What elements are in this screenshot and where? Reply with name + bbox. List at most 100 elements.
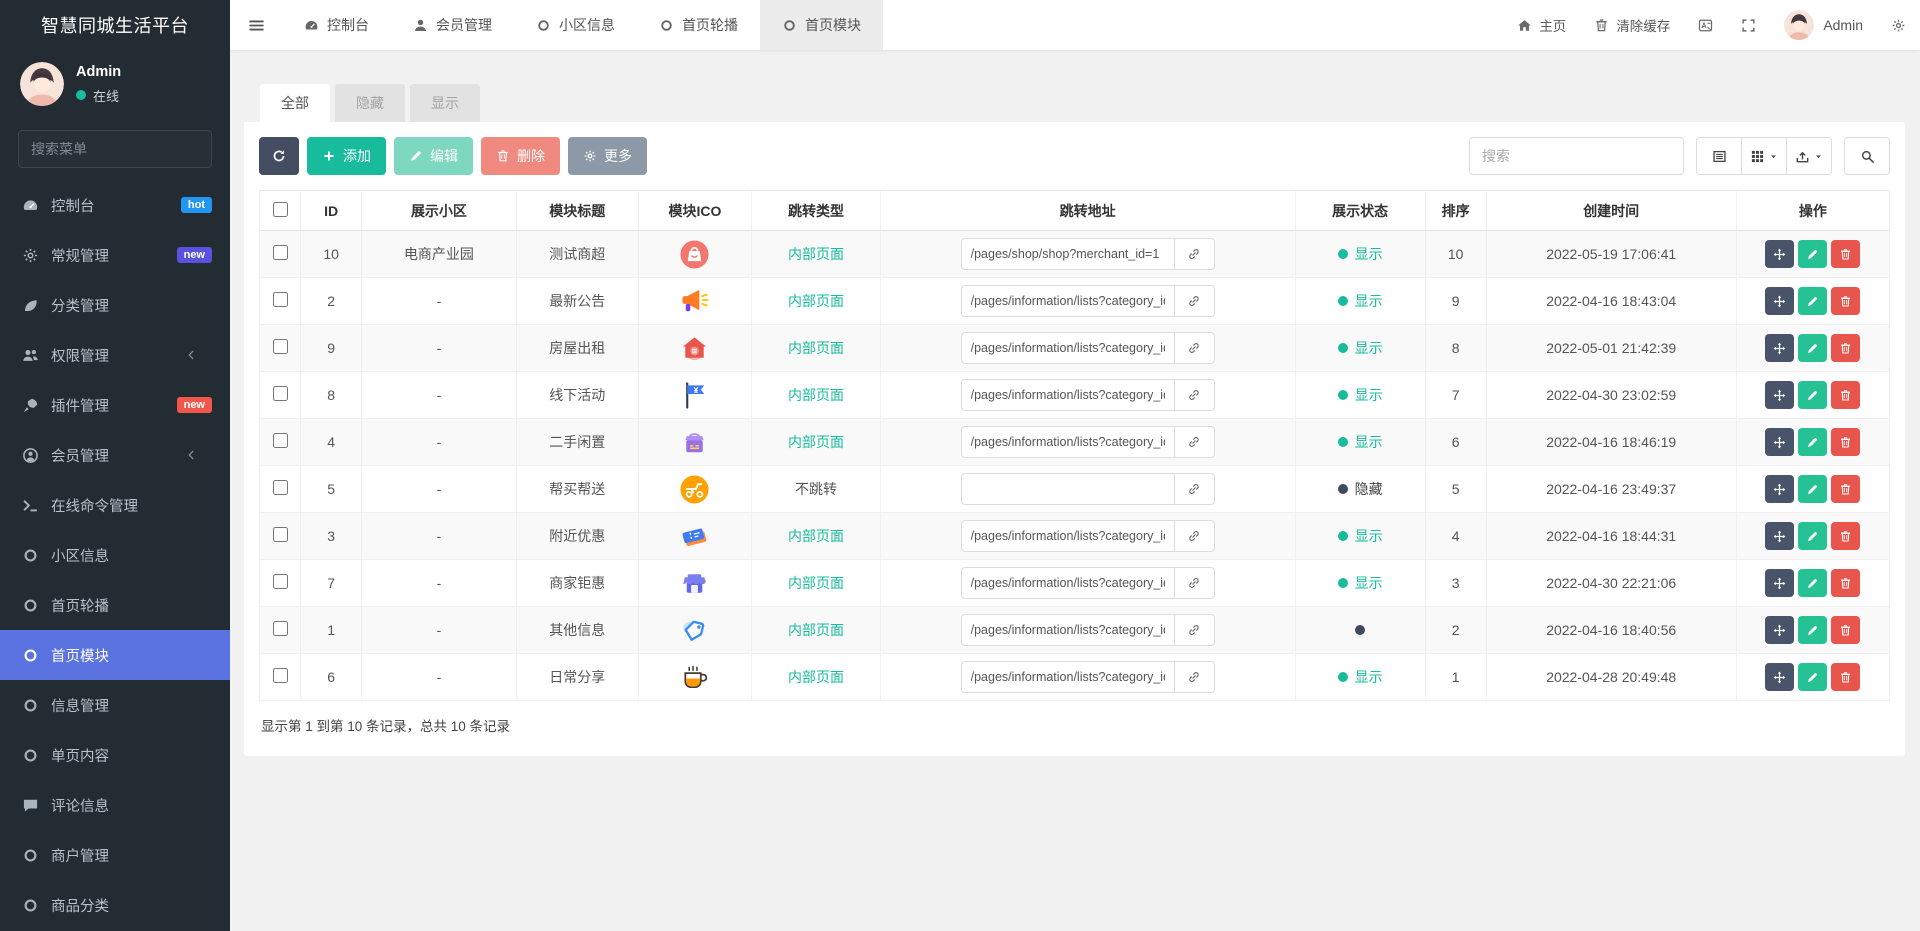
sidebar-item-commands[interactable]: 在线命令管理 xyxy=(0,480,230,530)
jump-url-input[interactable] xyxy=(960,426,1175,458)
link-button[interactable] xyxy=(1174,567,1215,599)
jump-url-input[interactable] xyxy=(960,567,1175,599)
row-delete-button[interactable] xyxy=(1831,569,1861,597)
sidebar-item-members[interactable]: 会员管理 xyxy=(0,430,230,480)
sidebar-toggle-button[interactable] xyxy=(230,0,282,50)
nav-tab-members[interactable]: 会员管理 xyxy=(391,0,514,50)
row-checkbox[interactable] xyxy=(272,245,288,260)
jump-url-input[interactable] xyxy=(960,520,1175,552)
columns-dropdown-button[interactable] xyxy=(1741,137,1787,175)
row-delete-button[interactable] xyxy=(1831,287,1861,315)
delete-button[interactable]: 删除 xyxy=(481,137,560,175)
sidebar-search-input[interactable] xyxy=(31,141,212,157)
row-edit-button[interactable] xyxy=(1798,569,1828,597)
link-button[interactable] xyxy=(1174,614,1215,646)
nav-tab-community-info[interactable]: 小区信息 xyxy=(514,0,637,50)
filter-tab-hidden[interactable]: 隐藏 xyxy=(335,84,405,122)
fullscreen-button[interactable] xyxy=(1727,0,1770,50)
sidebar-item-general[interactable]: 常规管理 new xyxy=(0,230,230,280)
link-button[interactable] xyxy=(1174,661,1215,693)
sidebar-item-addons[interactable]: 插件管理 new xyxy=(0,380,230,430)
row-checkbox[interactable] xyxy=(272,292,288,307)
edit-button[interactable]: 编辑 xyxy=(394,137,473,175)
link-button[interactable] xyxy=(1174,426,1215,458)
export-dropdown-button[interactable] xyxy=(1786,137,1832,175)
home-button[interactable]: 主页 xyxy=(1503,0,1580,50)
row-delete-button[interactable] xyxy=(1831,663,1861,691)
jump-url-input[interactable] xyxy=(960,661,1175,693)
row-edit-button[interactable] xyxy=(1798,616,1828,644)
row-delete-button[interactable] xyxy=(1831,381,1861,409)
row-edit-button[interactable] xyxy=(1798,522,1828,550)
sidebar-item-auth[interactable]: 权限管理 xyxy=(0,330,230,380)
detail-view-button[interactable] xyxy=(1696,137,1742,175)
row-edit-button[interactable] xyxy=(1798,381,1828,409)
sidebar-item-home-modules[interactable]: 首页模块 xyxy=(0,630,230,680)
row-checkbox[interactable] xyxy=(272,574,288,589)
settings-button[interactable] xyxy=(1877,0,1920,50)
drag-sort-button[interactable] xyxy=(1765,475,1795,503)
row-checkbox[interactable] xyxy=(272,433,288,448)
drag-sort-button[interactable] xyxy=(1765,334,1795,362)
row-edit-button[interactable] xyxy=(1798,663,1828,691)
sidebar-item-category[interactable]: 分类管理 xyxy=(0,280,230,330)
refresh-button[interactable] xyxy=(259,137,299,175)
jump-url-input[interactable] xyxy=(960,238,1175,270)
user-menu[interactable]: Admin xyxy=(1770,10,1877,40)
nav-tab-dashboard[interactable]: 控制台 xyxy=(282,0,391,50)
drag-sort-button[interactable] xyxy=(1765,569,1795,597)
drag-sort-button[interactable] xyxy=(1765,287,1795,315)
filter-tab-shown[interactable]: 显示 xyxy=(410,84,480,122)
sidebar-item-goods-category[interactable]: 商品分类 xyxy=(0,880,230,930)
row-delete-button[interactable] xyxy=(1831,240,1861,268)
sidebar-item-info-manage[interactable]: 信息管理 xyxy=(0,680,230,730)
nav-tab-home-carousel[interactable]: 首页轮播 xyxy=(637,0,760,50)
row-delete-button[interactable] xyxy=(1831,428,1861,456)
row-edit-button[interactable] xyxy=(1798,428,1828,456)
row-checkbox[interactable] xyxy=(272,621,288,636)
row-delete-button[interactable] xyxy=(1831,522,1861,550)
clear-cache-button[interactable]: 清除缓存 xyxy=(1580,0,1684,50)
row-edit-button[interactable] xyxy=(1798,475,1828,503)
drag-sort-button[interactable] xyxy=(1765,522,1795,550)
row-edit-button[interactable] xyxy=(1798,287,1828,315)
sidebar-item-home-carousel[interactable]: 首页轮播 xyxy=(0,580,230,630)
table-search-input[interactable] xyxy=(1469,137,1684,175)
jump-url-input[interactable] xyxy=(960,332,1175,364)
add-button[interactable]: 添加 xyxy=(307,137,386,175)
search-toggle-button[interactable] xyxy=(1844,137,1890,175)
row-edit-button[interactable] xyxy=(1798,334,1828,362)
row-edit-button[interactable] xyxy=(1798,240,1828,268)
row-delete-button[interactable] xyxy=(1831,334,1861,362)
jump-url-input[interactable] xyxy=(960,614,1175,646)
row-checkbox[interactable] xyxy=(272,527,288,542)
sidebar-item-single-page[interactable]: 单页内容 xyxy=(0,730,230,780)
sidebar-item-merchants[interactable]: 商户管理 xyxy=(0,830,230,880)
row-delete-button[interactable] xyxy=(1831,616,1861,644)
jump-url-input[interactable] xyxy=(960,379,1175,411)
more-button[interactable]: 更多 xyxy=(568,137,647,175)
drag-sort-button[interactable] xyxy=(1765,381,1795,409)
drag-sort-button[interactable] xyxy=(1765,240,1795,268)
row-checkbox[interactable] xyxy=(272,668,288,683)
language-button[interactable] xyxy=(1684,0,1727,50)
link-button[interactable] xyxy=(1174,285,1215,317)
link-button[interactable] xyxy=(1174,238,1215,270)
nav-tab-home-modules[interactable]: 首页模块 xyxy=(760,0,883,50)
link-button[interactable] xyxy=(1174,379,1215,411)
sidebar-item-community-info[interactable]: 小区信息 xyxy=(0,530,230,580)
drag-sort-button[interactable] xyxy=(1765,428,1795,456)
jump-url-input[interactable] xyxy=(960,285,1175,317)
sidebar-item-comments[interactable]: 评论信息 xyxy=(0,780,230,830)
jump-url-input[interactable] xyxy=(960,473,1175,505)
row-checkbox[interactable] xyxy=(272,480,288,495)
drag-sort-button[interactable] xyxy=(1765,616,1795,644)
row-delete-button[interactable] xyxy=(1831,475,1861,503)
filter-tab-all[interactable]: 全部 xyxy=(260,84,330,122)
drag-sort-button[interactable] xyxy=(1765,663,1795,691)
select-all-checkbox[interactable] xyxy=(272,201,288,217)
sidebar-item-dashboard[interactable]: 控制台 hot xyxy=(0,180,230,230)
link-button[interactable] xyxy=(1174,332,1215,364)
row-checkbox[interactable] xyxy=(272,339,288,354)
link-button[interactable] xyxy=(1174,473,1215,505)
